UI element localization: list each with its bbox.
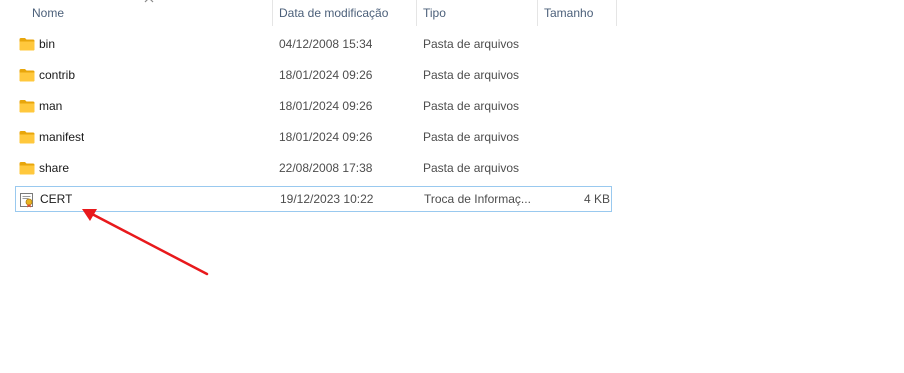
column-header-bar: Nome Data de modificação Tipo Tamanho — [0, 0, 620, 27]
file-date: 18/01/2024 09:26 — [279, 68, 373, 82]
file-name: share — [39, 161, 70, 175]
column-header-type[interactable]: Tipo — [417, 0, 537, 26]
folder-icon — [19, 162, 35, 175]
file-row-manifest[interactable]: manifest 18/01/2024 09:26 Pasta de arqui… — [15, 124, 612, 150]
file-row-cert[interactable]: CERT 19/12/2023 10:22 Troca de Informaç.… — [15, 186, 612, 212]
file-date: 04/12/2008 15:34 — [279, 37, 373, 51]
column-header-name[interactable]: Nome — [26, 0, 272, 26]
file-row-man[interactable]: man 18/01/2024 09:26 Pasta de arquivos — [15, 93, 612, 119]
file-date: 18/01/2024 09:26 — [279, 130, 373, 144]
folder-icon — [19, 38, 35, 51]
file-row-bin[interactable]: bin 04/12/2008 15:34 Pasta de arquivos — [15, 31, 612, 57]
folder-icon — [19, 69, 35, 82]
column-header-size[interactable]: Tamanho — [538, 0, 616, 26]
file-name: contrib — [39, 68, 76, 82]
file-type: Pasta de arquivos — [423, 99, 520, 113]
file-size — [543, 62, 609, 88]
file-type: Pasta de arquivos — [423, 161, 520, 175]
file-size — [543, 124, 609, 150]
file-name: CERT — [40, 192, 73, 206]
file-size — [543, 155, 609, 181]
file-size — [543, 31, 609, 57]
file-date: 22/08/2008 17:38 — [279, 161, 373, 175]
folder-icon — [19, 131, 35, 144]
file-name: man — [39, 99, 63, 113]
file-size: 4 KB — [583, 192, 610, 206]
certificate-icon — [20, 193, 33, 208]
file-date: 19/12/2023 10:22 — [280, 192, 374, 206]
file-type: Pasta de arquivos — [423, 68, 520, 82]
file-row-contrib[interactable]: contrib 18/01/2024 09:26 Pasta de arquiv… — [15, 62, 612, 88]
column-divider[interactable] — [616, 0, 617, 26]
file-name: bin — [39, 37, 56, 51]
file-row-share[interactable]: share 22/08/2008 17:38 Pasta de arquivos — [15, 155, 612, 181]
file-type: Troca de Informaç... — [424, 192, 531, 206]
file-type: Pasta de arquivos — [423, 37, 520, 51]
file-size — [543, 93, 609, 119]
file-name: manifest — [39, 130, 85, 144]
column-header-date[interactable]: Data de modificação — [273, 0, 416, 26]
folder-icon — [19, 100, 35, 113]
file-type: Pasta de arquivos — [423, 130, 520, 144]
file-date: 18/01/2024 09:26 — [279, 99, 373, 113]
